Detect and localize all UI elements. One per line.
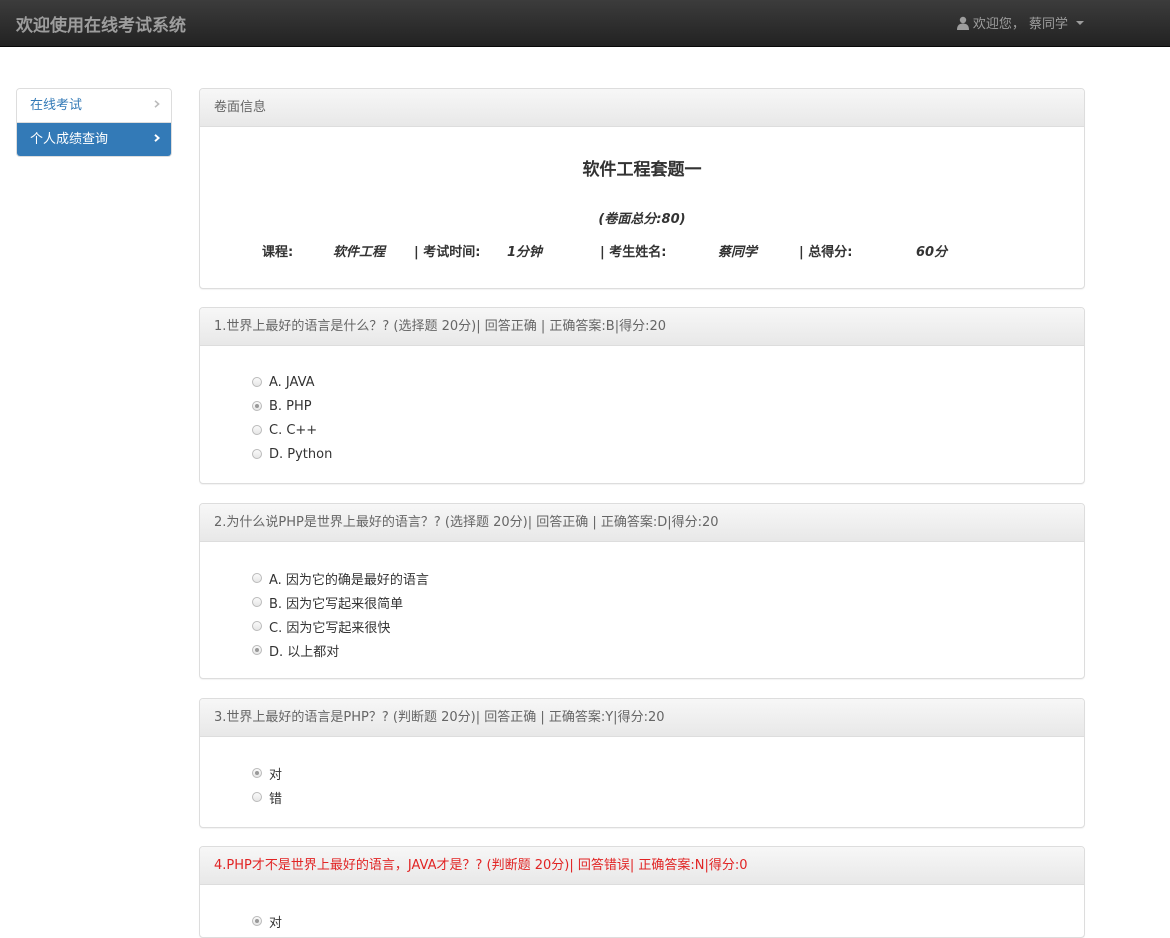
sidebar-item-online-exam[interactable]: 在线考试 — [17, 89, 171, 123]
sidebar-item-label: 个人成绩查询 — [30, 132, 109, 147]
radio-button[interactable] — [252, 425, 262, 435]
option-label: A. JAVA — [269, 374, 315, 390]
option-label: 对 — [269, 915, 283, 931]
question-header: 1.世界上最好的语言是什么？? (选择题 20分)| 回答正确 | 正确答案:B… — [200, 308, 1084, 346]
paper-title: 软件工程套题一 — [582, 160, 702, 180]
option-label: 对 — [269, 767, 283, 783]
option-list: A. JAVA B. PHP C. C++ D. Python — [200, 346, 1084, 466]
student-value: 蔡同学 — [718, 245, 758, 260]
option-d[interactable]: D. Python — [252, 442, 1084, 466]
radio-button-selected[interactable] — [252, 916, 262, 926]
top-navbar: 欢迎使用在线考试系统 欢迎您， 蔡同学 — [0, 0, 1170, 47]
option-d[interactable]: D. 以上都对 — [252, 638, 1084, 662]
sidebar-item-score-query[interactable]: 个人成绩查询 — [17, 123, 171, 156]
time-value: 1分钟 — [507, 245, 543, 260]
score-value: 60分 — [916, 245, 948, 260]
option-label: B. PHP — [269, 398, 312, 414]
radio-button-selected[interactable] — [252, 401, 262, 411]
question-header: 3.世界上最好的语言是PHP？? (判断题 20分)| 回答正确 | 正确答案:… — [200, 699, 1084, 737]
option-a[interactable]: A. JAVA — [252, 370, 1084, 394]
panel-heading: 卷面信息 — [200, 89, 1084, 127]
radio-button[interactable] — [252, 792, 262, 802]
option-true[interactable]: 对 — [252, 909, 1084, 933]
score-label: | 总得分: — [799, 245, 853, 260]
question-panel-2: 2.为什么说PHP是世界上最好的语言？? (选择题 20分)| 回答正确 | 正… — [199, 503, 1085, 679]
option-c[interactable]: C. C++ — [252, 418, 1084, 442]
paper-info-panel: 卷面信息 软件工程套题一 (卷面总分:80) 课程: 软件工程 | 考试时间: … — [199, 88, 1085, 289]
user-icon — [956, 16, 969, 30]
option-label: D. Python — [269, 446, 333, 462]
chevron-right-icon — [154, 100, 160, 108]
user-greeting: 欢迎您， 蔡同学 — [972, 17, 1068, 32]
option-label: A. 因为它的确是最好的语言 — [269, 572, 429, 588]
chevron-right-icon — [154, 134, 161, 142]
option-b[interactable]: B. 因为它写起来很简单 — [252, 590, 1084, 614]
radio-button[interactable] — [252, 621, 262, 631]
sidebar-nav: 在线考试 个人成绩查询 — [16, 88, 172, 157]
time-label: | 考试时间: — [414, 245, 481, 260]
radio-button[interactable] — [252, 573, 262, 583]
option-label: C. C++ — [269, 422, 318, 438]
option-label: 错 — [269, 791, 283, 807]
question-header: 4.PHP才不是世界上最好的语言，JAVA才是？? (判断题 20分)| 回答错… — [200, 847, 1084, 885]
option-list: A. 因为它的确是最好的语言 B. 因为它写起来很简单 C. 因为它写起来很快 … — [200, 542, 1084, 662]
radio-button[interactable] — [252, 377, 262, 387]
option-label: B. 因为它写起来很简单 — [269, 596, 404, 612]
course-value: 软件工程 — [333, 245, 386, 260]
question-header: 2.为什么说PHP是世界上最好的语言？? (选择题 20分)| 回答正确 | 正… — [200, 504, 1084, 542]
paper-total-score: (卷面总分:80) — [598, 212, 686, 227]
question-panel-1: 1.世界上最好的语言是什么？? (选择题 20分)| 回答正确 | 正确答案:B… — [199, 307, 1085, 484]
sidebar-item-label: 在线考试 — [30, 98, 83, 113]
radio-button-selected[interactable] — [252, 645, 262, 655]
course-label: 课程: — [262, 245, 294, 260]
question-panel-3: 3.世界上最好的语言是PHP？? (判断题 20分)| 回答正确 | 正确答案:… — [199, 698, 1085, 828]
option-label: D. 以上都对 — [269, 644, 340, 660]
radio-button-selected[interactable] — [252, 768, 262, 778]
paper-info-row: 课程: 软件工程 | 考试时间: 1分钟 | 考生姓名: 蔡同学 | 总得分: … — [200, 227, 1084, 267]
radio-button[interactable] — [252, 597, 262, 607]
student-label: | 考生姓名: — [600, 245, 667, 260]
option-b[interactable]: B. PHP — [252, 394, 1084, 418]
option-list: 对 — [200, 885, 1084, 933]
option-label: C. 因为它写起来很快 — [269, 620, 391, 636]
chevron-down-icon — [1076, 20, 1084, 25]
option-c[interactable]: C. 因为它写起来很快 — [252, 614, 1084, 638]
radio-button[interactable] — [252, 449, 262, 459]
option-list: 对 错 — [200, 737, 1084, 809]
user-menu[interactable]: 欢迎您， 蔡同学 — [956, 13, 1084, 32]
option-false[interactable]: 错 — [252, 785, 1084, 809]
option-true[interactable]: 对 — [252, 761, 1084, 785]
brand-title[interactable]: 欢迎使用在线考试系统 — [16, 11, 186, 36]
question-panel-4: 4.PHP才不是世界上最好的语言，JAVA才是？? (判断题 20分)| 回答错… — [199, 846, 1085, 938]
option-a[interactable]: A. 因为它的确是最好的语言 — [252, 566, 1084, 590]
